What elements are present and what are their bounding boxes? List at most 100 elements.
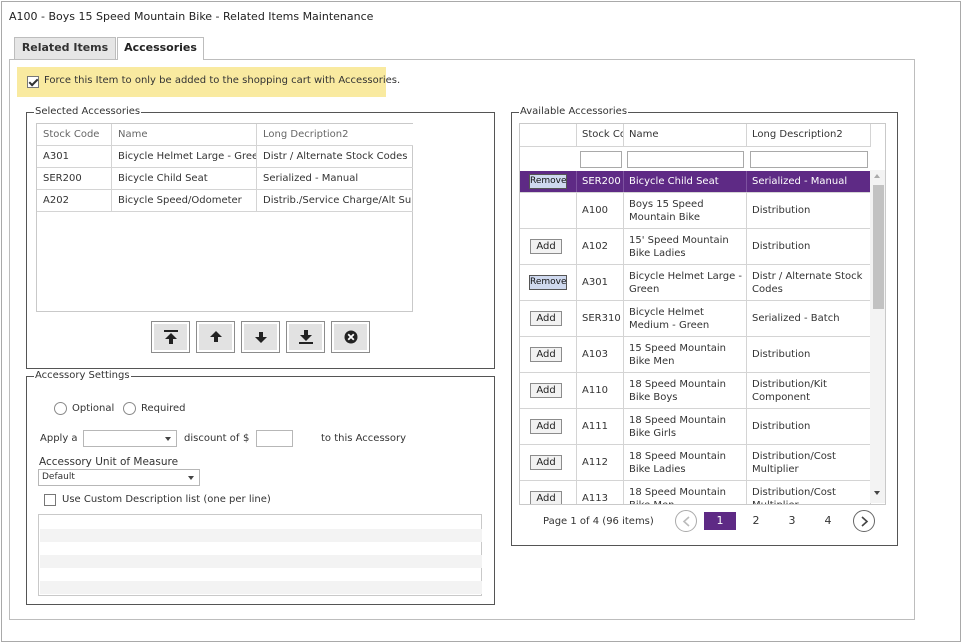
filter-long-description-input[interactable] [750,151,868,168]
chevron-down-icon [188,476,194,480]
table-row[interactable]: Add A102 15' Speed Mountain Bike Ladies … [520,229,871,265]
to-accessory-label: to this Accessory [321,433,407,444]
filter-stock-code-input[interactable] [580,151,622,168]
table-row[interactable]: Remove SER200 Bicycle Child Seat Seriali… [520,171,871,193]
force-accessories-checkbox[interactable] [27,76,39,88]
table-row[interactable]: SER200 Bicycle Child Seat Serialized - M… [37,168,413,190]
move-top-button[interactable] [151,321,190,353]
cell-action: Add [520,229,577,264]
scroll-up-icon[interactable] [874,174,880,178]
cell-action: Add [520,373,577,408]
available-accessories-grid: Stock Co Name Long Description2 Remove S… [519,123,886,505]
cell-long-description: Serialized - Manual [263,173,359,184]
cell-long-description: Distribution/Kit Component [747,373,871,408]
cell-name: 18 Speed Mountain Bike Boys [624,373,747,408]
table-row[interactable]: Remove A301 Bicycle Helmet Large - Green… [520,265,871,301]
cell-stock-code: A113 [577,481,624,504]
cell-long-description: Distribution [747,229,871,264]
column-header-name[interactable]: Name [112,124,257,146]
cell-long-description: Distrib./Service Charge/Alt Su [263,195,412,206]
cell-name: Bicycle Child Seat [624,171,747,192]
add-button[interactable]: Add [530,491,562,504]
table-row[interactable]: A100 Boys 15 Speed Mountain Bike Distrib… [520,193,871,229]
prev-page-button[interactable] [675,510,697,532]
cell-stock-code: SER310 [577,301,624,336]
list-stripe [40,555,482,568]
cell-name: 18 Speed Mountain Bike Men [624,481,747,504]
custom-description-textarea[interactable] [38,514,482,596]
add-button[interactable]: Add [530,311,562,326]
remove-button[interactable]: Remove [529,174,567,189]
table-row[interactable]: Add SER310 Bicycle Helmet Medium - Green… [520,301,871,337]
move-up-button[interactable] [196,321,235,353]
force-accessories-label: Force this Item to only be added to the … [44,75,401,86]
selected-accessories-grid: Stock Code Name Long Decription2 A301 Bi… [36,123,413,312]
add-button[interactable]: Add [530,239,562,254]
cell-action: Add [520,481,577,504]
move-down-icon [255,332,267,343]
column-header-action [520,124,577,147]
cell-long-description: Distribution/Cost Multiplier [747,481,871,504]
cell-stock-code: SER200 [577,171,624,192]
table-row[interactable]: A202 Bicycle Speed/Odometer Distrib./Ser… [37,190,413,212]
list-stripe [40,581,482,594]
add-button[interactable]: Add [530,455,562,470]
table-row[interactable]: Add A110 18 Speed Mountain Bike Boys Dis… [520,373,871,409]
cell-action: Remove [520,171,577,192]
move-bottom-button[interactable] [286,321,325,353]
discount-amount-input[interactable] [256,430,293,447]
cell-action [520,193,577,228]
column-header-long-description[interactable]: Long Decription2 [257,124,413,146]
uom-value: Default [42,472,75,482]
selected-accessories-legend: Selected Accessories [35,106,141,117]
currency-symbol: $ [243,433,250,444]
uom-dropdown[interactable]: Default [38,469,200,486]
available-accessories-legend: Available Accessories [520,106,628,117]
cell-name: Boys 15 Speed Mountain Bike [624,193,747,228]
scroll-down-icon[interactable] [874,491,880,495]
custom-description-checkbox[interactable] [44,494,56,506]
cell-name: 18 Speed Mountain Bike Girls [624,409,747,444]
remove-button[interactable]: Remove [529,275,567,290]
move-up-icon [210,331,222,342]
discount-type-dropdown[interactable] [83,430,177,447]
add-button[interactable]: Add [530,347,562,362]
tab-accessories[interactable]: Accessories [117,37,204,60]
page-3-button[interactable]: 3 [776,512,808,530]
cell-action: Add [520,445,577,480]
grid-scrollbar[interactable] [870,170,885,503]
list-stripe [40,529,482,542]
scrollbar-thumb[interactable] [873,185,884,309]
page-2-button[interactable]: 2 [740,512,772,530]
table-row[interactable]: Add A111 18 Speed Mountain Bike Girls Di… [520,409,871,445]
column-header-long-description[interactable]: Long Description2 [747,124,871,147]
next-page-button[interactable] [853,510,875,532]
chevron-down-icon [165,437,171,441]
add-button[interactable]: Add [530,383,562,398]
cell-stock-code: A102 [577,229,624,264]
cell-name: Bicycle Helmet Large - Green [624,265,747,300]
page-4-button[interactable]: 4 [812,512,844,530]
column-header-stock-code[interactable]: Stock Code [37,124,112,146]
cell-action: Add [520,409,577,444]
page-1-button[interactable]: 1 [704,512,736,530]
table-row[interactable]: A301 Bicycle Helmet Large - Green Distr … [37,146,413,168]
table-row[interactable]: Add A103 15 Speed Mountain Bike Men Dist… [520,337,871,373]
move-down-button[interactable] [241,321,280,353]
column-header-stock-code[interactable]: Stock Co [577,124,624,147]
filter-name-input[interactable] [627,151,744,168]
discount-of-label: discount of [184,433,240,444]
table-row[interactable]: Add A113 18 Speed Mountain Bike Men Dist… [520,481,871,504]
tab-related-items[interactable]: Related Items [14,37,116,59]
cell-action: Add [520,301,577,336]
cell-stock-code: A100 [577,193,624,228]
cell-long-description: Serialized - Batch [747,301,871,336]
table-row[interactable]: Add A112 18 Speed Mountain Bike Ladies D… [520,445,871,481]
optional-radio[interactable] [54,402,67,415]
cell-long-description: Distribution [747,193,871,228]
delete-button[interactable] [331,321,370,353]
add-button[interactable]: Add [530,419,562,434]
cell-name: Bicycle Helmet Medium - Green [624,301,747,336]
required-radio[interactable] [123,402,136,415]
column-header-name[interactable]: Name [624,124,747,147]
